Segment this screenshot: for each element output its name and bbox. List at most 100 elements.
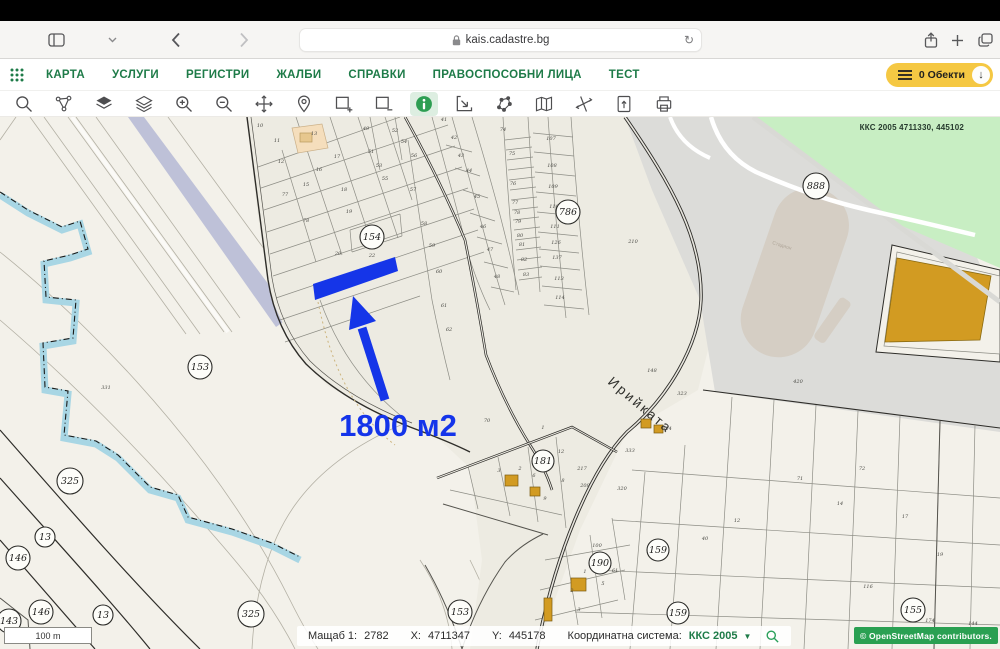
collapse-arrow-icon[interactable]: ↓: [972, 66, 990, 84]
location-pin-icon[interactable]: [290, 92, 318, 116]
nav-item-test[interactable]: ТЕСТ: [609, 69, 640, 81]
circle-label: 190: [589, 552, 611, 574]
circle-label: 13: [93, 605, 113, 625]
parcel-number: 107: [546, 136, 556, 142]
export-document-icon[interactable]: [610, 92, 638, 116]
parcel-number: 72: [859, 466, 865, 472]
nav-item-spravki[interactable]: СПРАВКИ: [348, 69, 405, 81]
zoom-in-icon[interactable]: [170, 92, 198, 116]
route-nodes-icon[interactable]: [50, 92, 78, 116]
back-button[interactable]: [168, 21, 184, 59]
svg-text:13: 13: [39, 532, 51, 543]
print-icon[interactable]: [650, 92, 678, 116]
chevron-down-icon[interactable]: [106, 21, 118, 59]
parcel-number: 62: [446, 327, 452, 333]
parcel-number: 58: [421, 221, 427, 227]
rect-subtract-icon[interactable]: [370, 92, 398, 116]
nav-item-karta[interactable]: КАРТА: [46, 69, 85, 81]
sidebar-icon[interactable]: [46, 21, 66, 59]
parcel-number: 14: [837, 501, 843, 507]
map-book-icon[interactable]: [530, 92, 558, 116]
parcel-number: 148: [647, 368, 657, 374]
parcel-number: 3: [497, 468, 500, 474]
parcel-number: 22: [368, 253, 375, 259]
share-icon[interactable]: [922, 21, 940, 59]
parcel-number: 18: [341, 187, 347, 193]
circle-label: 153: [188, 355, 212, 379]
circle-label: 888: [803, 173, 829, 199]
svg-text:155: 155: [904, 605, 922, 616]
parcel-number: 12: [278, 159, 284, 165]
tabs-overview-icon[interactable]: [975, 21, 995, 59]
circle-label: 153: [448, 600, 472, 624]
parcel-number: 111: [550, 224, 560, 230]
parcel-number: 55: [382, 176, 388, 182]
url-text: kais.cadastre.bg: [466, 34, 550, 46]
parcel-number: 217: [576, 466, 587, 472]
nav-item-zhalbi[interactable]: ЖАЛБИ: [276, 69, 321, 81]
x-value: 4711347: [428, 630, 470, 642]
layers-filled-icon[interactable]: [90, 92, 118, 116]
url-bar[interactable]: kais.cadastre.bg ↻: [299, 28, 702, 52]
statusbar-search-icon[interactable]: [765, 629, 780, 644]
parcel-number: 79: [515, 219, 522, 225]
parcel-number: 80: [517, 233, 524, 239]
parcel-number: 46: [479, 224, 487, 230]
parcel-number: 323: [677, 391, 687, 397]
parcel-number: 113: [554, 276, 564, 282]
objects-button[interactable]: 0 Обекти ↓: [886, 63, 993, 87]
select-arrow-icon[interactable]: [450, 92, 478, 116]
osm-attribution[interactable]: © OpenStreetMap contributors.: [854, 627, 998, 644]
apps-grid-icon[interactable]: [10, 68, 24, 82]
parcel-number: 42: [450, 135, 457, 141]
parcel-number: 320: [617, 486, 627, 492]
measure-lines-icon[interactable]: [570, 92, 598, 116]
circle-label: 159: [667, 602, 689, 624]
parcel-number: 333: [625, 448, 635, 454]
parcel-number: 2: [517, 466, 521, 472]
parcel-number: 45: [473, 194, 480, 200]
parcel-number: 77: [512, 200, 519, 206]
svg-text:13: 13: [97, 610, 109, 621]
parcel-number: 15: [303, 182, 309, 188]
coord-caret-icon[interactable]: ▼: [744, 632, 752, 641]
parcel-number: 3: [577, 607, 580, 613]
svg-text:325: 325: [242, 609, 260, 620]
pan-icon[interactable]: [250, 92, 278, 116]
rect-add-icon[interactable]: [330, 92, 358, 116]
y-label: Y:: [492, 630, 502, 642]
parcel-number: 19: [937, 552, 944, 558]
info-tool-icon[interactable]: [410, 92, 438, 116]
forward-button[interactable]: [236, 21, 252, 59]
parcel-number: 59: [429, 243, 436, 249]
parcel-number: 19: [346, 209, 353, 215]
coord-system-select[interactable]: ККС 2005: [689, 630, 738, 642]
svg-text:181: 181: [534, 456, 552, 467]
parcel-number: 324: [662, 426, 672, 432]
svg-text:159: 159: [669, 608, 687, 619]
reload-icon[interactable]: ↻: [684, 33, 694, 47]
parcel-number: 20: [334, 251, 342, 257]
nav-item-uslugi[interactable]: УСЛУГИ: [112, 69, 159, 81]
parcel-number: 81: [519, 242, 525, 248]
parcel-number: 420: [792, 379, 803, 385]
circle-label: 13: [35, 527, 55, 547]
nav-item-registri[interactable]: РЕГИСТРИ: [186, 69, 250, 81]
circle-label: 146: [6, 546, 30, 570]
circle-label: 159: [647, 539, 669, 561]
layers-outline-icon[interactable]: [130, 92, 158, 116]
new-tab-icon[interactable]: [948, 21, 966, 59]
zoom-out-icon[interactable]: [210, 92, 238, 116]
parcel-number: 16: [316, 167, 323, 173]
circle-label: 325: [238, 601, 264, 627]
browser-window: kais.cadastre.bg ↻ КАРТА УСЛУГИ РЕГИСТРИ…: [0, 0, 1000, 649]
coordinate-readout: ККС 2005 4711330, 445102: [860, 123, 964, 132]
search-icon[interactable]: [10, 92, 38, 116]
measure-polygon-icon[interactable]: [490, 92, 518, 116]
nav-item-pravosposobni-litsa[interactable]: ПРАВОСПОСОБНИ ЛИЦА: [433, 69, 582, 81]
parcel-number: 12: [734, 518, 740, 524]
circle-label: 146: [29, 600, 53, 624]
map-canvas[interactable]: Стадион: [0, 117, 1000, 649]
scale-label: Мащаб 1:: [308, 630, 357, 642]
parcel-number: 78: [514, 210, 520, 216]
